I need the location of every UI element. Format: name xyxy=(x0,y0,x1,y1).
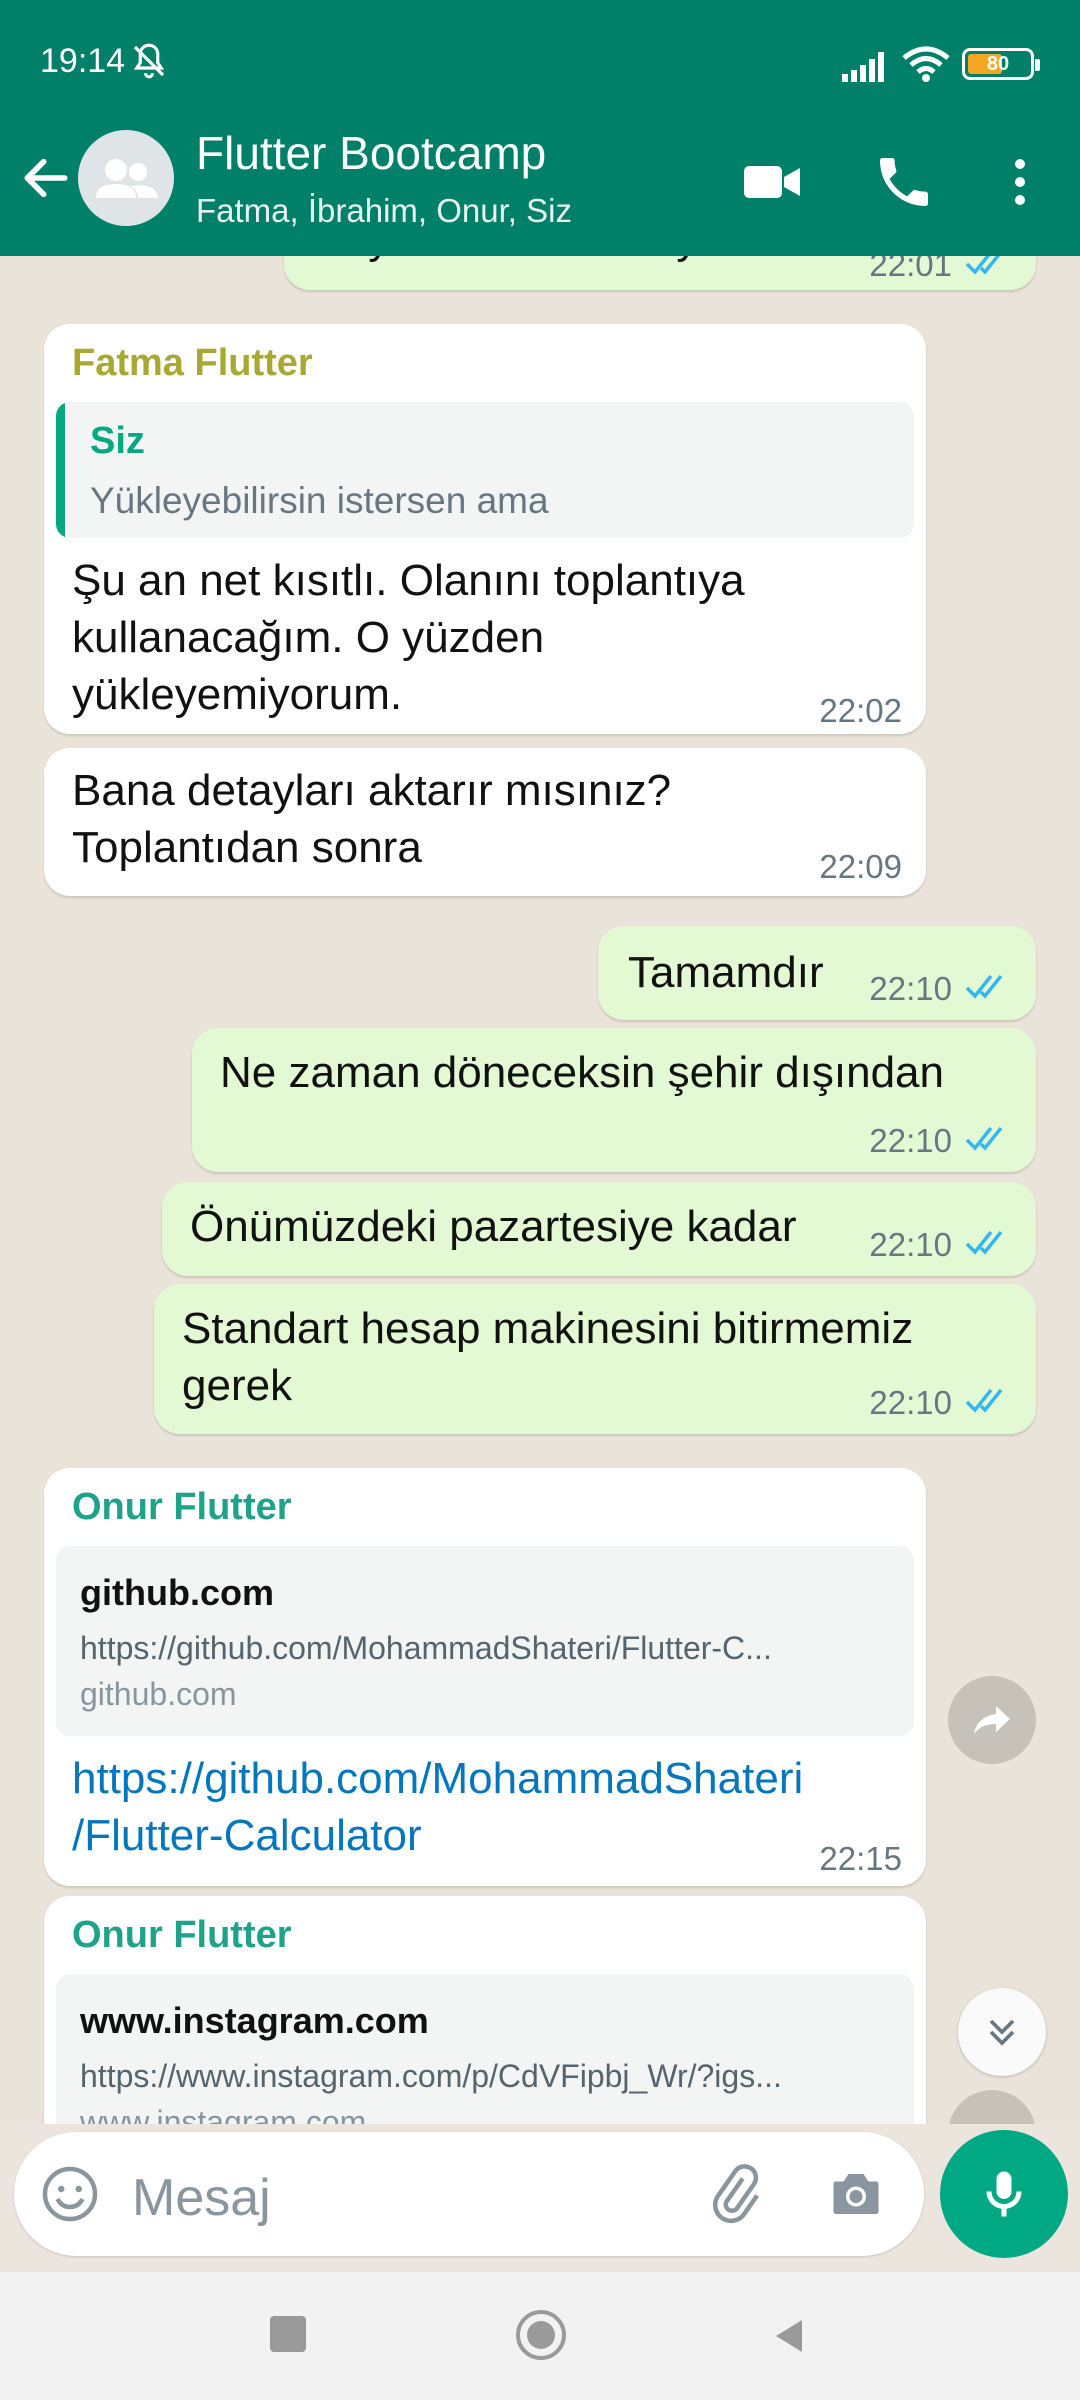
back-arrow-icon[interactable] xyxy=(18,150,74,206)
message-bubble-outgoing[interactable]: Standart hesap makinesini bitirmemiz ger… xyxy=(154,1284,1036,1434)
attach-icon[interactable] xyxy=(704,2164,764,2224)
link-preview-url: https://www.instagram.com/p/CdVFipbj_Wr/… xyxy=(80,2058,782,2094)
more-options-icon[interactable] xyxy=(990,150,1054,214)
status-time: 19:14 xyxy=(40,42,126,80)
message-time: 22:10 xyxy=(869,1122,952,1159)
quote-text: Yükleyebilirsin istersen ama xyxy=(90,480,549,521)
message-input[interactable]: Mesaj xyxy=(132,2168,271,2228)
link-preview-title: www.instagram.com xyxy=(80,2000,429,2041)
message-text-line: Toplantıdan sonra xyxy=(72,823,422,872)
message-text-line: Standart hesap makinesini bitirmemiz xyxy=(182,1304,914,1353)
message-link[interactable]: /Flutter-Calculator xyxy=(72,1807,422,1864)
message-bubble-incoming[interactable]: Fatma Flutter Siz Yükleyebilirsin isters… xyxy=(44,324,926,734)
group-icon xyxy=(96,159,158,198)
link-preview-url: https://github.com/MohammadShateri/Flutt… xyxy=(80,1630,772,1666)
voice-record-button[interactable] xyxy=(940,2130,1068,2258)
signal-icon xyxy=(842,52,884,82)
quoted-message[interactable]: Siz Yükleyebilirsin istersen ama xyxy=(56,402,914,538)
double-check-icon xyxy=(965,974,1003,999)
link-preview-card[interactable]: www.instagram.com https://www.instagram.… xyxy=(56,1974,914,2124)
message-link[interactable]: https://github.com/MohammadShateri xyxy=(72,1750,803,1807)
double-chevron-down-icon xyxy=(989,2019,1015,2046)
microphone-icon xyxy=(986,2171,1022,2217)
message-bubble-incoming[interactable]: Onur Flutter github.com https://github.c… xyxy=(44,1468,926,1886)
message-composer[interactable]: Mesaj xyxy=(14,2132,924,2256)
message-time: 22:02 xyxy=(819,692,902,729)
home-button[interactable] xyxy=(516,2310,566,2360)
message-time: 22:01 xyxy=(869,256,952,283)
forward-button[interactable] xyxy=(948,1676,1036,1764)
message-time: 22:09 xyxy=(819,848,902,885)
participants-list[interactable]: Fatma, İbrahim, Onur, Siz xyxy=(196,192,572,230)
system-navigation-bar xyxy=(0,2272,1080,2400)
double-check-icon xyxy=(965,256,1001,275)
message-time: 22:10 xyxy=(869,970,952,1007)
message-bubble-incoming[interactable]: Bana detayları aktarır mısınız? Toplantı… xyxy=(44,748,926,896)
link-preview-domain: www.instagram.com xyxy=(80,2104,367,2124)
message-text: Tamamdır xyxy=(628,948,824,997)
message-time: 22:10 xyxy=(869,1384,952,1421)
double-check-icon xyxy=(965,1230,1003,1255)
battery-level: 80 xyxy=(986,53,1010,75)
link-preview-title: github.com xyxy=(80,1572,274,1613)
message-text: Duydum ama bilmiyorum xyxy=(312,256,799,267)
chat-header: 19:14 80 Flutter Bootcamp Fatma, İbrahim… xyxy=(0,0,1080,256)
recents-button[interactable] xyxy=(270,2316,306,2352)
group-avatar[interactable] xyxy=(78,130,174,226)
link-preview-card[interactable]: github.com https://github.com/MohammadSh… xyxy=(56,1546,914,1736)
message-text-line: Şu an net kısıtlı. Olanını toplantıya xyxy=(72,556,745,605)
double-check-icon xyxy=(965,1388,1003,1413)
double-check-icon xyxy=(965,1126,1003,1151)
voice-call-icon[interactable] xyxy=(872,150,936,214)
message-bubble-outgoing[interactable]: Ne zaman döneceksin şehir dışından 22:10 xyxy=(192,1028,1036,1172)
forward-button[interactable] xyxy=(948,2090,1036,2124)
message-text-line: yükleyemiyorum. xyxy=(72,670,403,719)
message-time: 22:10 xyxy=(869,1226,952,1263)
scroll-to-bottom-button[interactable] xyxy=(958,1988,1046,2076)
camera-icon[interactable] xyxy=(826,2164,886,2224)
sender-name: Onur Flutter xyxy=(72,1486,292,1528)
battery-icon: 80 xyxy=(962,48,1040,80)
sender-name: Fatma Flutter xyxy=(72,342,313,384)
message-bubble-incoming[interactable]: Onur Flutter www.instagram.com https://w… xyxy=(44,1896,926,2124)
back-button[interactable] xyxy=(768,2316,808,2356)
link-preview-domain: github.com xyxy=(80,1676,237,1712)
message-text-line: Bana detayları aktarır mısınız? xyxy=(72,766,672,815)
bell-off-icon xyxy=(133,43,165,79)
quote-author: Siz xyxy=(90,420,145,462)
message-bubble-outgoing[interactable]: Önümüzdeki pazartesiye kadar 22:10 xyxy=(162,1182,1036,1276)
message-text: Ne zaman döneceksin şehir dışından xyxy=(220,1048,944,1097)
message-text: Önümüzdeki pazartesiye kadar xyxy=(190,1202,797,1251)
message-bubble-outgoing[interactable]: Tamamdır 22:10 xyxy=(598,926,1036,1020)
wifi-icon xyxy=(902,46,950,82)
emoji-icon[interactable] xyxy=(40,2164,100,2224)
message-bubble-outgoing[interactable]: Duydum ama bilmiyorum 22:01 xyxy=(284,256,1036,290)
forward-icon xyxy=(974,1706,1010,1734)
message-text-line: gerek xyxy=(182,1361,293,1410)
message-text-line: kullanacağım. O yüzden xyxy=(72,613,545,662)
sender-name: Onur Flutter xyxy=(72,1914,292,1956)
video-call-icon[interactable] xyxy=(740,150,804,214)
message-time: 22:15 xyxy=(819,1840,902,1877)
chat-title[interactable]: Flutter Bootcamp xyxy=(196,126,546,180)
message-list[interactable]: Duydum ama bilmiyorum 22:01 Fatma Flutte… xyxy=(0,256,1080,2124)
